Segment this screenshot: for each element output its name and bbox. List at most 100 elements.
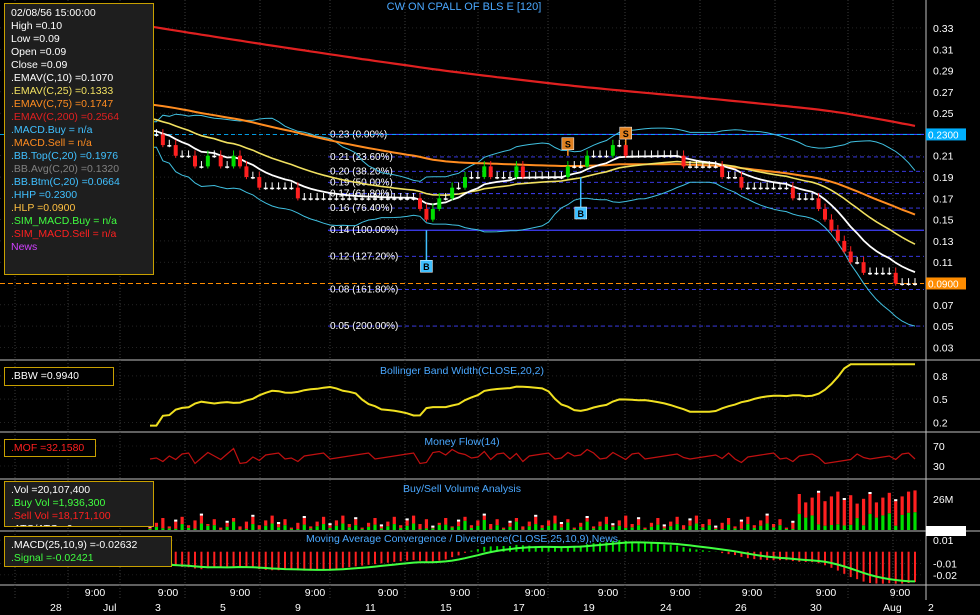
vol-sell-bar-80 xyxy=(662,526,666,529)
candle-body-29 xyxy=(334,198,339,200)
vol-sell-bar-37 xyxy=(386,521,390,527)
x-time-label-0: 9:00 xyxy=(85,587,106,599)
price-tick-label-9: 0.15 xyxy=(933,215,954,227)
candle-body-36 xyxy=(379,198,384,200)
candle-body-50 xyxy=(469,177,474,179)
vol-ato-bar-16 xyxy=(251,514,255,517)
candle-body-115 xyxy=(887,272,892,275)
vol-buy-bar-70 xyxy=(598,526,602,530)
x-time-label-6: 9:00 xyxy=(525,587,546,599)
vol-buy-bar-29 xyxy=(334,525,339,530)
vol-buy-bar-20 xyxy=(276,527,281,530)
vol-ato-bar-72 xyxy=(611,523,615,526)
candle-body-18 xyxy=(263,187,268,190)
x-date-label-12: Aug xyxy=(883,602,902,614)
candle-body-74 xyxy=(623,145,628,156)
vol-buy-bar-85 xyxy=(694,523,699,530)
vol-sell-bar-112 xyxy=(868,494,872,514)
candle-body-103 xyxy=(810,198,815,200)
signal-label-1: S xyxy=(565,140,571,150)
bbw-tick-label-0: 0.8 xyxy=(933,371,948,383)
x-time-label-7: 9:00 xyxy=(598,587,619,599)
vol-buy-bar-50 xyxy=(469,527,474,530)
vol-buy-bar-84 xyxy=(688,525,692,530)
vol-buy-bar-80 xyxy=(662,528,666,530)
candle-body-30 xyxy=(340,198,345,200)
vol-sell-bar-93 xyxy=(746,516,750,525)
info-row-18: News xyxy=(11,241,38,253)
vol-ato-bar-56 xyxy=(508,520,512,523)
vol-sell-bar-92 xyxy=(739,521,744,529)
vol-sell-bar-90 xyxy=(726,518,731,525)
vol-buy-bar-96 xyxy=(765,523,769,530)
macd-panel-title: Moving Average Convergence / Divergence(… xyxy=(306,533,618,545)
vol-buy-bar-9 xyxy=(206,525,210,530)
info-row-9: .MACD.Buy = n/a xyxy=(11,124,93,136)
vol-sell-bar-49 xyxy=(463,516,467,521)
vol-sell-bar-31 xyxy=(347,524,351,528)
ema25-line xyxy=(149,117,916,245)
candle-body-10 xyxy=(212,155,217,158)
vol-sell-bar-57 xyxy=(514,518,519,522)
vol-sell-bar-40 xyxy=(405,520,409,526)
vol-sell-bar-56 xyxy=(508,522,512,527)
fib-label-6: 0.14 (100.00%) xyxy=(330,225,398,236)
vol-buy-bar-90 xyxy=(726,524,731,530)
vol-sell-bar-104 xyxy=(816,492,821,525)
vol-sell-bar-38 xyxy=(392,516,396,525)
vol-sell-bar-24 xyxy=(302,518,306,525)
x-date-label-3: 5 xyxy=(220,602,226,614)
candle-body-6 xyxy=(186,155,191,158)
vol-buy-bar-14 xyxy=(238,529,242,530)
info-row-1: High =0.10 xyxy=(11,20,63,32)
candle-body-98 xyxy=(778,187,782,190)
candle-body-8 xyxy=(199,166,204,168)
candle-body-112 xyxy=(868,272,872,275)
candle-body-101 xyxy=(797,198,802,200)
candle-body-38 xyxy=(392,198,397,200)
vol-sell-bar-85 xyxy=(694,515,699,524)
fib-label-1: 0.21 (23.60%) xyxy=(330,152,393,163)
candle-body-24 xyxy=(302,198,307,200)
candle-body-117 xyxy=(900,283,905,285)
vol-ato-bar-100 xyxy=(791,520,795,523)
vol-sell-bar-68 xyxy=(585,518,589,522)
info-row-6: .EMAV(C,25) =0.1333 xyxy=(11,85,114,97)
mof-tick-label-1: 30 xyxy=(933,461,945,473)
x-date-label-5: 11 xyxy=(365,602,376,614)
vol-buy-bar-60 xyxy=(534,524,538,530)
vol-sell-bar-42 xyxy=(418,524,422,530)
mof-info-box: .MOF =32.1580 xyxy=(4,439,96,457)
fib-label-7: 0.12 (127.20%) xyxy=(330,251,398,262)
candle-body-20 xyxy=(276,187,281,190)
info-row-3: Open =0.09 xyxy=(11,46,67,58)
vol-buy-bar-116 xyxy=(894,525,898,530)
candle-body-62 xyxy=(546,177,551,179)
vol-buy-bar-77 xyxy=(643,528,647,530)
vol-buy-bar-79 xyxy=(656,524,660,530)
vol-buy-bar-23 xyxy=(296,528,300,530)
candle-body-48 xyxy=(456,187,461,190)
vol-sell-bar-64 xyxy=(559,524,564,528)
price-tick-label-2: 0.29 xyxy=(933,66,954,78)
vol-sell-bar-32 xyxy=(354,519,358,526)
vol-buy-bar-78 xyxy=(649,526,654,530)
candle-body-17 xyxy=(257,177,262,188)
vol-buy-bar-61 xyxy=(540,527,544,530)
vol-sell-bar-4 xyxy=(174,521,178,529)
candle-body-110 xyxy=(855,262,860,264)
candle-body-107 xyxy=(835,230,840,241)
candle-body-44 xyxy=(430,208,435,220)
vol-sell-bar-60 xyxy=(534,516,538,525)
candle-body-22 xyxy=(289,187,294,190)
vol-tick-label-0: 26M xyxy=(933,494,953,506)
vol-buy-bar-43 xyxy=(424,528,429,530)
candle-body-59 xyxy=(527,177,532,179)
vol-sell-bar-81 xyxy=(669,521,673,527)
info-row-0: 02/08/56 15:00:00 xyxy=(11,7,96,19)
vol-buy-bar-47 xyxy=(450,527,454,530)
vol-buy-bar-4 xyxy=(174,528,178,530)
candle-body-32 xyxy=(353,198,358,200)
vol-ato-bar-116 xyxy=(894,499,898,502)
vol-sell-bar-25 xyxy=(309,526,313,529)
